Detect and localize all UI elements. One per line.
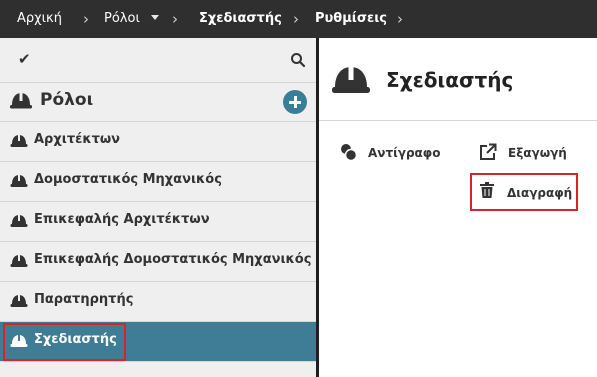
highlight-box	[3, 323, 126, 361]
checkmark-icon[interactable]: ✔	[18, 50, 31, 68]
role-item[interactable]: Παρατηρητής	[0, 282, 316, 322]
copy-label: Αντίγραφο	[368, 146, 441, 160]
hard-hat-icon	[10, 93, 32, 109]
hard-hat-icon	[10, 135, 28, 147]
role-item[interactable]: Επικεφαλής Αρχιτέκτων	[0, 202, 316, 242]
sidebar-toolbar: ✔	[0, 38, 316, 83]
chevron-right-icon: ›	[397, 10, 403, 28]
role-label: Επικεφαλής Αρχιτέκτων	[34, 212, 210, 227]
breadcrumb-roles[interactable]: Ρόλοι	[104, 10, 140, 28]
role-item[interactable]: Αρχιτέκτων	[0, 122, 316, 162]
role-detail-panel: Σχεδιαστής Αντίγραφο Εξαγωγή Διαγραφή	[319, 38, 597, 377]
breadcrumb-designer[interactable]: Σχεδιαστής	[199, 10, 282, 28]
chevron-right-icon: ›	[293, 10, 299, 28]
hard-hat-icon	[332, 67, 370, 93]
role-label: Παρατηρητής	[34, 292, 134, 307]
chevron-right-icon: ›	[172, 10, 178, 28]
hard-hat-icon	[10, 175, 28, 187]
highlight-box	[470, 173, 578, 211]
role-label: Επικεφαλής Δομοστατικός Μηχανικός	[34, 252, 312, 267]
breadcrumb-settings[interactable]: Ρυθμίσεις	[315, 10, 387, 28]
external-link-icon	[480, 143, 497, 160]
page-title: Σχεδιαστής	[386, 68, 514, 92]
copy-button[interactable]: Αντίγραφο	[339, 142, 469, 164]
caret-down-icon[interactable]	[151, 15, 159, 20]
export-label: Εξαγωγή	[508, 146, 567, 160]
role-item[interactable]: Δομοστατικός Μηχανικός	[0, 162, 316, 202]
role-item[interactable]: Επικεφαλής Δομοστατικός Μηχανικός	[0, 242, 316, 282]
search-icon[interactable]	[290, 52, 306, 68]
export-button[interactable]: Εξαγωγή	[479, 142, 589, 164]
breadcrumb: Αρχική › Ρόλοι › Σχεδιαστής › Ρυθμίσεις …	[0, 0, 597, 38]
add-role-button[interactable]	[283, 90, 307, 114]
role-label: Αρχιτέκτων	[34, 132, 121, 147]
roles-sidebar: ✔ Ρόλοι Αρχιτέκτων Δομοστατικός Μηχανικό…	[0, 38, 316, 377]
role-label: Δομοστατικός Μηχανικός	[34, 172, 222, 187]
roles-title: Ρόλοι	[40, 90, 94, 110]
copy-icon	[341, 144, 358, 162]
chevron-right-icon: ›	[83, 10, 89, 28]
hard-hat-icon	[10, 215, 28, 227]
roles-header: Ρόλοι	[0, 83, 316, 122]
hard-hat-icon	[10, 295, 28, 307]
divider	[319, 120, 597, 121]
breadcrumb-home[interactable]: Αρχική	[17, 10, 62, 28]
hard-hat-icon	[10, 255, 28, 267]
